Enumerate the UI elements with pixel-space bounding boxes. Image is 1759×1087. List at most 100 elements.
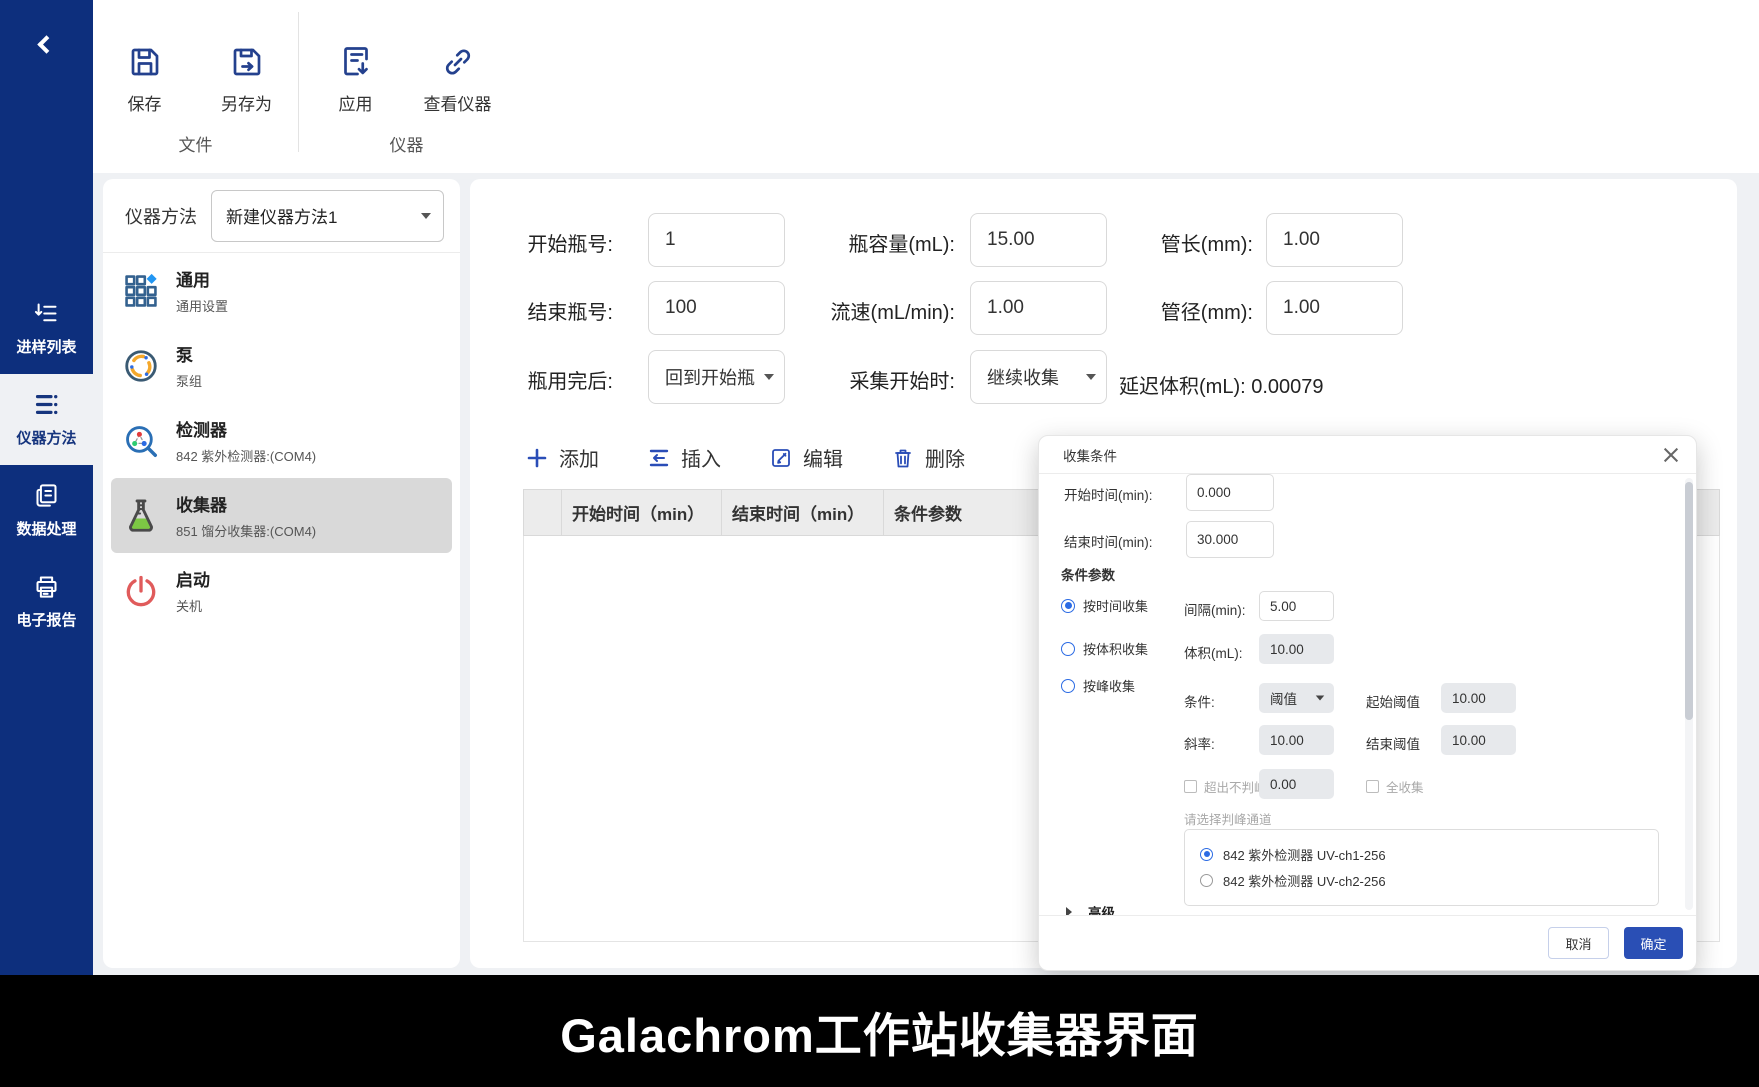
save-icon	[127, 44, 163, 80]
save-button[interactable]: 保存	[101, 44, 189, 115]
save-as-icon	[229, 44, 265, 80]
save-label: 保存	[128, 90, 162, 115]
device-item-detector[interactable]: 检测器 842 紫外检测器:(COM4)	[111, 403, 452, 478]
dialog-scrollbar[interactable]	[1685, 478, 1693, 910]
device-title: 泵	[176, 341, 202, 366]
insert-label: 插入	[681, 443, 721, 472]
collection-condition-dialog: 收集条件 开始时间(min): 0.000 结束时间(min): 30.000 …	[1038, 435, 1697, 971]
radio-icon	[1200, 874, 1213, 887]
volume-input[interactable]: 10.00	[1259, 634, 1334, 664]
tube-length-label: 管长(mm):	[1050, 228, 1253, 257]
device-item-startup[interactable]: 启动 关机	[111, 553, 452, 628]
no-peak-input[interactable]: 0.00	[1259, 769, 1334, 799]
sidebar-item-data-processing[interactable]: 数据处理	[0, 465, 93, 556]
slope-label: 斜率:	[1184, 733, 1215, 753]
collector-flask-icon	[122, 497, 160, 535]
dialog-end-time-input[interactable]: 30.000	[1186, 521, 1274, 558]
insert-button[interactable]: 插入	[647, 443, 721, 472]
dialog-start-time-label: 开始时间(min):	[1064, 484, 1153, 504]
cancel-button[interactable]: 取消	[1548, 927, 1609, 959]
chevron-down-icon	[421, 213, 431, 219]
table-header-empty	[524, 490, 562, 535]
device-item-general[interactable]: 通用 通用设置	[111, 253, 452, 328]
channel-1-label: 842 紫外检测器 UV-ch1-256	[1223, 845, 1386, 864]
condition-params-heading: 条件参数	[1061, 564, 1115, 584]
ribbon-group-label-instrument: 仪器	[390, 131, 424, 156]
end-threshold-input[interactable]: 10.00	[1441, 725, 1516, 755]
collect-all-label: 全收集	[1386, 777, 1424, 796]
device-item-pump[interactable]: 泵 泵组	[111, 328, 452, 403]
close-icon[interactable]	[1662, 446, 1680, 464]
caption-title: Galachrom工作站收集器界面	[560, 997, 1199, 1066]
end-threshold-label: 结束阈值	[1366, 733, 1420, 753]
apply-button[interactable]: 应用	[312, 44, 400, 115]
delete-button[interactable]: 删除	[891, 443, 965, 472]
channel-option-2[interactable]: 842 紫外检测器 UV-ch2-256	[1200, 867, 1658, 893]
tube-diameter-input[interactable]: 1.00	[1266, 281, 1403, 335]
chevron-down-icon	[1316, 695, 1325, 700]
condition-value: 阈值	[1270, 688, 1297, 708]
add-label: 添加	[559, 443, 599, 472]
collect-all-checkbox[interactable]: 全收集	[1366, 777, 1424, 796]
sidebar-item-instrument-method[interactable]: 仪器方法	[0, 374, 93, 465]
device-subtitle: 泵组	[176, 371, 202, 390]
device-title: 收集器	[176, 491, 316, 516]
data-processing-icon	[33, 482, 60, 509]
mode-by-peak-radio[interactable]: 按峰收集	[1061, 676, 1135, 695]
chevron-left-icon	[37, 35, 55, 53]
interval-input[interactable]: 5.00	[1259, 591, 1334, 621]
ok-button[interactable]: 确定	[1624, 927, 1683, 959]
device-subtitle: 通用设置	[176, 296, 228, 315]
link-icon	[440, 44, 476, 80]
view-instrument-button[interactable]: 查看仪器	[414, 44, 502, 115]
slope-input[interactable]: 10.00	[1259, 725, 1334, 755]
save-as-button[interactable]: 另存为	[203, 44, 291, 115]
ribbon-group-file: 保存 另存为 文件	[93, 0, 298, 173]
chevron-down-icon	[1086, 374, 1096, 380]
delay-volume-label: 延迟体积(mL):	[1119, 376, 1246, 398]
sidebar-item-label: 进样列表	[16, 336, 76, 357]
delay-volume-text: 延迟体积(mL): 0.00079	[1119, 370, 1324, 399]
device-title: 启动	[176, 566, 210, 591]
end-bottle-label: 结束瓶号:	[470, 296, 613, 325]
edit-icon	[769, 446, 793, 470]
dialog-start-time-input[interactable]: 0.000	[1186, 474, 1274, 511]
sidebar-item-sample-list[interactable]: 进样列表	[0, 283, 93, 374]
device-item-collector[interactable]: 收集器 851 馏分收集器:(COM4)	[111, 478, 452, 553]
dialog-end-time-label: 结束时间(min):	[1064, 531, 1153, 551]
method-panel: 仪器方法 新建仪器方法1 通用 通用设置 泵 泵组	[103, 179, 460, 968]
radio-checked-icon	[1061, 599, 1075, 613]
condition-select[interactable]: 阈值	[1259, 683, 1334, 713]
scrollbar-thumb[interactable]	[1685, 482, 1693, 720]
no-peak-checkbox[interactable]: 超出不判峰	[1184, 777, 1267, 796]
ribbon-toolbar: 保存 另存为 文件 应用 查看仪器 仪器	[93, 0, 1759, 173]
tube-length-input[interactable]: 1.00	[1266, 213, 1403, 267]
detector-icon	[122, 422, 160, 460]
radio-icon	[1061, 642, 1075, 656]
start-threshold-input[interactable]: 10.00	[1441, 683, 1516, 713]
on-start-select[interactable]: 继续收集	[970, 350, 1107, 404]
edit-button[interactable]: 编辑	[769, 443, 843, 472]
on-start-label: 采集开始时:	[740, 365, 955, 394]
dialog-footer: 取消 确定	[1039, 915, 1696, 970]
power-icon	[122, 572, 160, 610]
table-header-end-time: 结束时间（min）	[722, 490, 884, 535]
tube-diameter-label: 管径(mm):	[1050, 296, 1253, 325]
sidebar-item-e-report[interactable]: 电子报告	[0, 556, 93, 647]
channel-option-1[interactable]: 842 紫外检测器 UV-ch1-256	[1200, 841, 1658, 867]
method-select[interactable]: 新建仪器方法1	[211, 190, 444, 242]
radio-checked-icon	[1200, 848, 1213, 861]
volume-label: 体积(mL):	[1184, 642, 1243, 662]
delay-volume-value: 0.00079	[1251, 376, 1323, 398]
condition-label: 条件:	[1184, 691, 1215, 711]
sidebar-item-label: 电子报告	[16, 609, 76, 630]
mode-by-volume-radio[interactable]: 按体积收集	[1061, 639, 1148, 658]
add-button[interactable]: 添加	[525, 443, 599, 472]
printer-icon	[33, 573, 60, 600]
sidebar: 进样列表 仪器方法 数据处理 电子报告	[0, 0, 93, 975]
back-button[interactable]	[0, 24, 93, 64]
mode-by-time-radio[interactable]: 按时间收集	[1061, 596, 1148, 615]
sidebar-item-label: 仪器方法	[16, 427, 76, 448]
mode-by-time-label: 按时间收集	[1083, 596, 1148, 615]
mode-by-volume-label: 按体积收集	[1083, 639, 1148, 658]
